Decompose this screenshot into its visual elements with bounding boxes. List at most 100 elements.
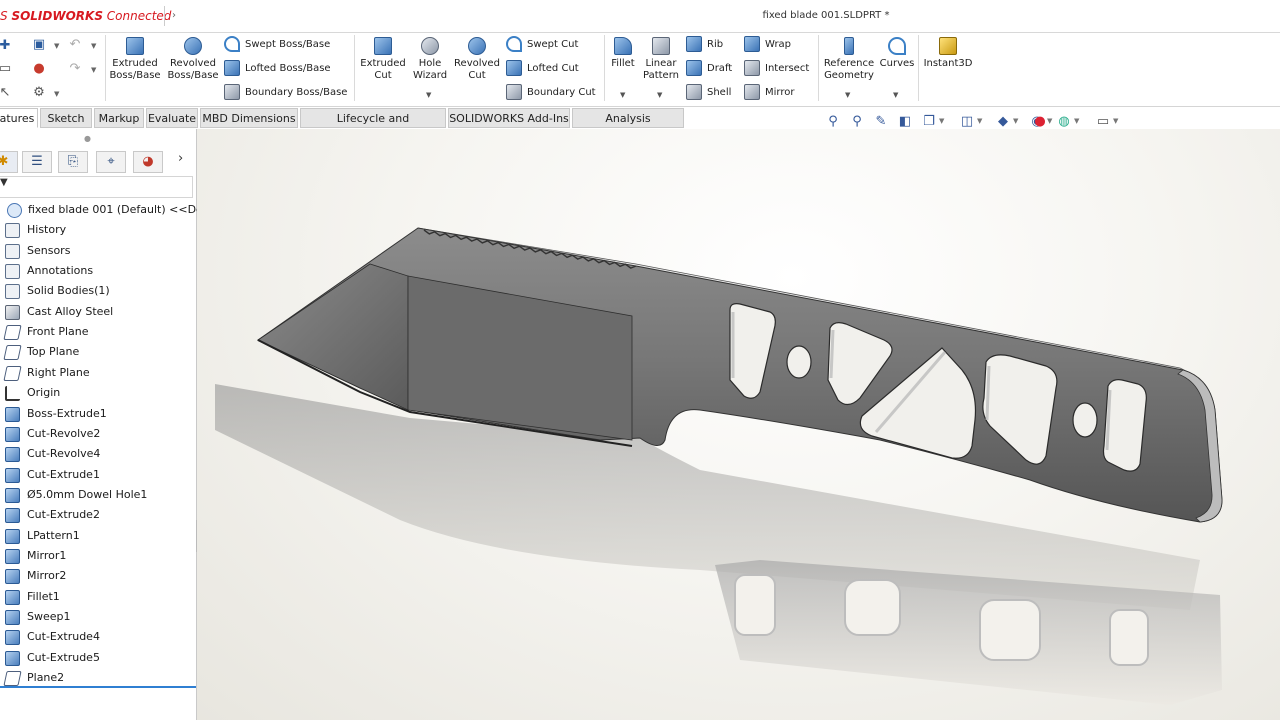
options-gear-icon[interactable]: ⚙	[30, 84, 48, 102]
tree-item-origin[interactable]: Origin	[0, 383, 196, 403]
save-icon[interactable]: ▣	[30, 36, 48, 54]
open-icon[interactable]: ▭	[0, 60, 14, 78]
graphics-area[interactable]	[197, 129, 1280, 720]
tree-item-right-plane[interactable]: Right Plane	[0, 363, 196, 383]
redo-options-caret[interactable]: ▼	[91, 66, 96, 74]
section-view-icon[interactable]: ◧	[897, 114, 913, 130]
options-caret[interactable]: ▼	[54, 90, 59, 98]
undo-options-caret[interactable]: ▼	[91, 42, 96, 50]
reference-geometry-caret[interactable]: ▼	[845, 91, 850, 99]
curves-caret[interactable]: ▼	[893, 91, 898, 99]
chevron-right-icon[interactable]: ›	[178, 151, 183, 166]
swept-cut-icon	[506, 36, 522, 52]
extruded-cut-button[interactable]: Extruded Cut	[358, 37, 408, 82]
tree-item-lpattern1[interactable]: LPattern1	[0, 526, 196, 546]
tab-solidworks-add-ins[interactable]: SOLIDWORKS Add-Ins	[448, 108, 570, 128]
revolved-cut-button[interactable]: Revolved Cut	[452, 37, 502, 82]
swept-cut-button[interactable]: Swept Cut	[506, 36, 578, 54]
zoom-to-area-icon[interactable]: ⚲	[849, 114, 865, 130]
reference-geometry-icon	[844, 37, 854, 55]
tree-item-cut-extrude4[interactable]: Cut-Extrude4	[0, 627, 196, 647]
boundary-boss-button[interactable]: Boundary Boss/Base	[224, 84, 347, 102]
display-style-icon[interactable]: ◆	[995, 114, 1011, 130]
dynamic-annotation-icon[interactable]: ❐	[921, 114, 937, 130]
linear-pattern-caret[interactable]: ▼	[657, 91, 662, 99]
wrap-button[interactable]: Wrap	[744, 36, 791, 54]
tree-item-front-plane[interactable]: Front Plane	[0, 322, 196, 342]
tree-item-cast-alloy-steel[interactable]: Cast Alloy Steel	[0, 302, 196, 322]
tree-item-cut-extrude5[interactable]: Cut-Extrude5	[0, 648, 196, 668]
tab-markup[interactable]: Markup	[94, 108, 144, 128]
tree-filter-field[interactable]: ▼	[0, 176, 193, 198]
revolved-boss-button[interactable]: Revolved Boss/Base	[166, 37, 220, 82]
save-options-caret[interactable]: ▼	[54, 42, 59, 50]
apply-scene-caret[interactable]: ▼	[1074, 117, 1079, 125]
tree-item-boss-extrude1[interactable]: Boss-Extrude1	[0, 404, 196, 424]
tree-item-5-0mm-dowel-hole1[interactable]: Ø5.0mm Dowel Hole1	[0, 485, 196, 505]
tree-item-history[interactable]: History	[0, 220, 196, 240]
tab-evaluate[interactable]: Evaluate	[146, 108, 198, 128]
apply-scene-icon[interactable]: ◍	[1056, 114, 1072, 130]
view-orientation-caret[interactable]: ▼	[977, 117, 982, 125]
tree-item-cut-revolve4[interactable]: Cut-Revolve4	[0, 444, 196, 464]
lofted-boss-button[interactable]: Lofted Boss/Base	[224, 60, 331, 78]
dimxpert-tab-icon[interactable]: ⌖	[96, 151, 126, 173]
extruded-boss-button[interactable]: Extruded Boss/Base	[108, 37, 162, 82]
intersect-button[interactable]: Intersect	[744, 60, 809, 78]
hole-wizard-caret[interactable]: ▼	[426, 91, 431, 99]
knife-model[interactable]	[197, 129, 1280, 720]
tree-item-mirror2[interactable]: Mirror2	[0, 566, 196, 586]
tab-features[interactable]: atures	[0, 108, 38, 128]
swept-boss-button[interactable]: Swept Boss/Base	[224, 36, 330, 54]
view-settings-icon[interactable]: ▭	[1095, 114, 1111, 130]
view-settings-caret[interactable]: ▼	[1113, 117, 1118, 125]
instant3d-button[interactable]: Instant3D	[922, 37, 974, 70]
tab-mbd-dimensions[interactable]: MBD Dimensions	[200, 108, 298, 128]
rebuild-icon[interactable]: ●	[30, 60, 48, 78]
boundary-cut-button[interactable]: Boundary Cut	[506, 84, 596, 102]
view-orientation-icon[interactable]: ◫	[959, 114, 975, 130]
tab-lifecycle-collaboration[interactable]: Lifecycle and Collaboration	[300, 108, 446, 144]
tree-item-sensors[interactable]: Sensors	[0, 241, 196, 261]
tree-item-annotations[interactable]: Annotations	[0, 261, 196, 281]
property-manager-tab-icon[interactable]: ☰	[22, 151, 52, 173]
hole-wizard-button[interactable]: Hole Wizard	[408, 37, 452, 82]
select-icon[interactable]: ↖	[0, 84, 14, 102]
previous-view-icon[interactable]: ✎	[873, 114, 889, 130]
tree-item-top-plane[interactable]: Top Plane	[0, 342, 196, 362]
edit-appearance-icon[interactable]: ●	[1032, 114, 1048, 130]
tab-analysis-preparation[interactable]: Analysis Preparation	[572, 108, 684, 144]
tree-item-sweep1[interactable]: Sweep1	[0, 607, 196, 627]
panel-grip-icon[interactable]: ●	[84, 134, 91, 143]
tree-item-cut-extrude2[interactable]: Cut-Extrude2	[0, 505, 196, 525]
tree-item-mirror1[interactable]: Mirror1	[0, 546, 196, 566]
rollback-bar[interactable]	[0, 686, 196, 688]
undo-icon[interactable]: ↶	[66, 36, 84, 54]
lofted-cut-button[interactable]: Lofted Cut	[506, 60, 579, 78]
reference-geometry-button[interactable]: Reference Geometry	[822, 37, 876, 82]
tree-item-cut-revolve2[interactable]: Cut-Revolve2	[0, 424, 196, 444]
curves-button[interactable]: Curves	[878, 37, 916, 70]
display-style-caret[interactable]: ▼	[1013, 117, 1018, 125]
fillet-caret[interactable]: ▼	[620, 91, 625, 99]
tree-root-part[interactable]: fixed blade 001 (Default) <<Default>	[0, 200, 237, 220]
mirror-button[interactable]: Mirror	[744, 84, 794, 102]
new-icon[interactable]: ✚	[0, 37, 14, 55]
rib-button[interactable]: Rib	[686, 36, 723, 54]
tree-item-cut-extrude1[interactable]: Cut-Extrude1	[0, 465, 196, 485]
draft-button[interactable]: Draft	[686, 60, 732, 78]
display-manager-tab-icon[interactable]: ◕	[133, 151, 163, 173]
cut-extrude-icon	[5, 508, 20, 524]
tree-item-solid-bodies-1[interactable]: Solid Bodies(1)	[0, 281, 196, 301]
tree-item-fillet1[interactable]: Fillet1	[0, 587, 196, 607]
redo-icon[interactable]: ↷	[66, 60, 84, 78]
linear-pattern-button[interactable]: Linear Pattern	[640, 37, 682, 82]
tab-sketch[interactable]: Sketch	[40, 108, 92, 128]
fillet-button[interactable]: Fillet	[606, 37, 640, 70]
feature-manager-tab-icon[interactable]: ✱	[0, 151, 18, 173]
configuration-manager-tab-icon[interactable]: ⎘	[58, 151, 88, 173]
filter-icon[interactable]: ▼	[0, 177, 8, 188]
view-options-caret[interactable]: ▼	[939, 117, 944, 125]
shell-button[interactable]: Shell	[686, 84, 731, 102]
zoom-to-fit-icon[interactable]: ⚲	[825, 114, 841, 130]
